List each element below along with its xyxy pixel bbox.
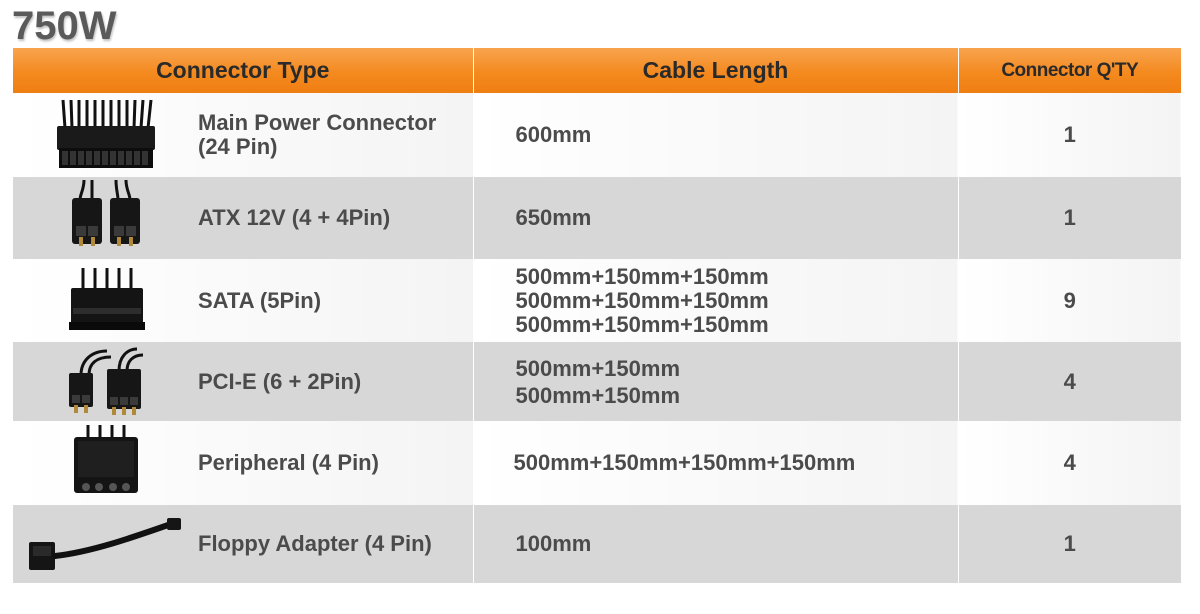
connector-type-cell: Peripheral (4 Pin) [13, 421, 473, 505]
cable-length-value: 500mm+150mm [515, 355, 681, 381]
connector-name-line: Peripheral (4 Pin) [198, 450, 379, 475]
table-row: ATX 12V (4 + 4Pin) 650mm 1 [13, 177, 1181, 259]
table-row: Peripheral (4 Pin) 500mm+150mm+150mm+150… [13, 421, 1181, 505]
connector-qty-cell: 1 [957, 93, 1181, 177]
cable-length-cell: 500mm+150mm+150mm+150mm [472, 421, 958, 505]
connector-type-cell: PCI-E (6 + 2Pin) [13, 342, 473, 421]
cable-length-cell: 500mm+150mm+150mm 500mm+150mm+150mm 500m… [472, 259, 958, 342]
cable-length-cell: 500mm+150mm 500mm+150mm [472, 342, 958, 421]
cable-length-cell: 650mm [472, 177, 958, 259]
cable-length-value: 500mm+150mm+150mm [515, 287, 769, 313]
connector-qty-cell: 4 [957, 342, 1181, 421]
connector-name: Floppy Adapter (4 Pin) [198, 532, 432, 556]
connector-name-line: SATA (5Pin) [198, 287, 322, 313]
connector-name: PCI-E (6 + 2Pin) [198, 368, 362, 394]
table-row: SATA (5Pin) 500mm+150mm+150mm 500mm+150m… [13, 259, 1181, 342]
cable-length-value: 500mm+150mm+150mm+150mm [513, 450, 856, 475]
connector-name: Peripheral (4 Pin) [198, 451, 379, 475]
cable-length-value: 500mm+150mm+150mm [515, 311, 769, 337]
cable-length-value: 500mm+150mm+150mm [515, 263, 769, 289]
connector-name: SATA (5Pin) [198, 287, 322, 313]
connector-name: Main Power Connector (24 Pin) [198, 111, 436, 159]
cable-length-value: 650mm [515, 205, 592, 230]
table-row: Floppy Adapter (4 Pin) 100mm 1 [13, 505, 1181, 583]
connector-name-line: PCI-E (6 + 2Pin) [198, 368, 362, 394]
connector-name: ATX 12V (4 + 4Pin) [198, 206, 390, 230]
connector-type-cell: ATX 12V (4 + 4Pin) [13, 177, 473, 259]
connector-type-cell: Main Power Connector (24 Pin) [13, 93, 473, 177]
floppy-adapter-cable-icon [13, 505, 198, 583]
table-row: PCI-E (6 + 2Pin) 500mm+150mm 500mm+150mm… [13, 342, 1181, 421]
header-connector-type: Connector Type [13, 48, 473, 93]
cable-length-value: 500mm+150mm [515, 382, 681, 408]
connector-name-line: (24 Pin) [198, 134, 278, 159]
connector-table: Connector Type Cable Length Connector Q'… [13, 48, 1181, 583]
connector-type-cell: Floppy Adapter (4 Pin) [13, 505, 473, 583]
connector-name-line: Main Power Connector [198, 110, 437, 135]
table-row: Main Power Connector (24 Pin) 600mm 1 [13, 93, 1181, 177]
table-header-row: Connector Type Cable Length Connector Q'… [13, 48, 1181, 93]
cable-length-cell: 600mm [472, 93, 958, 177]
connector-qty-cell: 1 [957, 505, 1181, 583]
connector-name-line: ATX 12V (4 + 4Pin) [198, 205, 391, 230]
atx-12v-connector-icon [13, 179, 198, 257]
connector-qty-cell: 4 [957, 421, 1181, 505]
molex-peripheral-connector-icon [13, 424, 198, 502]
connector-qty-cell: 1 [957, 177, 1181, 259]
connector-qty-cell: 9 [957, 259, 1181, 342]
connector-name-line: Floppy Adapter (4 Pin) [198, 531, 432, 556]
header-connector-qty: Connector Q'TY [957, 48, 1181, 93]
connector-type-cell: SATA (5Pin) [13, 259, 473, 342]
header-cable-length: Cable Length [472, 48, 958, 93]
cable-length-value: 600mm [515, 122, 592, 147]
sata-connector-icon [13, 262, 198, 340]
cable-length-value: 100mm [515, 531, 592, 556]
page-title: 750W [12, 4, 117, 48]
pcie-connector-icon [13, 343, 198, 421]
atx-24pin-connector-icon [13, 96, 198, 174]
cable-length-cell: 100mm [472, 505, 958, 583]
